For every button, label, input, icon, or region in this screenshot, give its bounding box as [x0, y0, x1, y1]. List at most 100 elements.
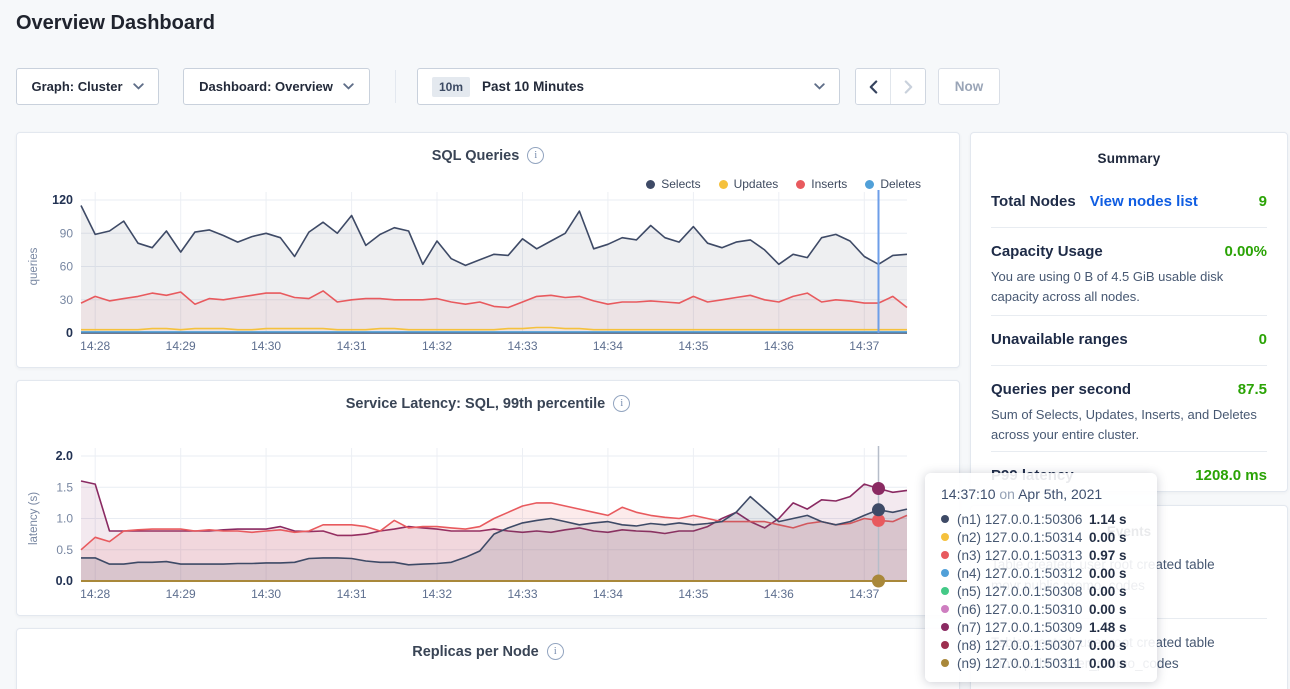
node-color-dot — [941, 587, 949, 595]
dashboard-dropdown-label: Dashboard: Overview — [199, 79, 333, 94]
tooltip-node-row: (n1) 127.0.0.1:503061.14 s — [941, 510, 1143, 528]
node-color-dot — [941, 569, 949, 577]
tooltip-node-row: (n2) 127.0.0.1:503140.00 s — [941, 528, 1143, 546]
summary-total-nodes: Total Nodes View nodes list 9 — [991, 193, 1267, 210]
svg-text:latency (s): latency (s) — [28, 492, 40, 545]
svg-text:14:34: 14:34 — [593, 587, 623, 601]
node-color-dot — [941, 659, 949, 667]
tooltip-node-row: (n6) 127.0.0.1:503100.00 s — [941, 600, 1143, 618]
service-latency-card: Service Latency: SQL, 99th percentile i … — [16, 380, 960, 616]
svg-text:14:28: 14:28 — [80, 587, 110, 601]
summary-capacity: Capacity Usage 0.00% — [991, 243, 1267, 260]
info-icon[interactable]: i — [547, 643, 564, 660]
sql-queries-chart[interactable]: 14:28 14:29 14:30 14:31 14:32 14:33 14:34 14:35… — [17, 133, 961, 369]
replicas-per-node-card: Replicas per Node i — [16, 628, 960, 689]
chevron-down-icon — [343, 83, 354, 90]
capacity-value: 0.00% — [1224, 243, 1267, 260]
svg-text:queries: queries — [28, 247, 40, 285]
p99-latency-value: 1208.0 ms — [1195, 467, 1267, 484]
chart-title: Replicas per Node — [412, 644, 539, 660]
svg-text:14:30: 14:30 — [251, 339, 281, 353]
controls-divider — [395, 70, 396, 103]
svg-text:1.0: 1.0 — [56, 512, 73, 526]
node-color-dot — [941, 641, 949, 649]
tooltip-timestamp: 14:37:10 on Apr 5th, 2021 — [941, 486, 1143, 502]
capacity-description: You are using 0 B of 4.5 GiB usable disk… — [991, 267, 1269, 307]
svg-text:14:34: 14:34 — [593, 339, 623, 353]
svg-text:120: 120 — [52, 193, 73, 207]
page-title: Overview Dashboard — [16, 12, 215, 35]
tooltip-node-row: (n8) 127.0.0.1:503070.00 s — [941, 636, 1143, 654]
node-color-dot — [941, 605, 949, 613]
tooltip-node-row: (n5) 127.0.0.1:503080.00 s — [941, 582, 1143, 600]
capacity-label: Capacity Usage — [991, 243, 1103, 260]
chevron-down-icon — [814, 83, 825, 90]
svg-text:14:36: 14:36 — [764, 587, 794, 601]
time-pager — [855, 68, 926, 105]
qps-value: 87.5 — [1238, 381, 1267, 398]
svg-text:14:36: 14:36 — [764, 339, 794, 353]
unavailable-ranges-value: 0 — [1259, 331, 1267, 348]
tooltip-node-row: (n9) 127.0.0.1:503110.00 s — [941, 654, 1143, 672]
svg-text:14:32: 14:32 — [422, 339, 452, 353]
svg-text:90: 90 — [60, 226, 74, 240]
svg-text:30: 30 — [60, 293, 74, 307]
total-nodes-value: 9 — [1259, 193, 1267, 210]
summary-panel: Summary Total Nodes View nodes list 9 Ca… — [970, 132, 1288, 492]
svg-text:14:33: 14:33 — [507, 339, 537, 353]
divider — [991, 227, 1267, 228]
divider — [991, 365, 1267, 366]
svg-text:14:29: 14:29 — [166, 587, 196, 601]
chart-tooltip: 14:37:10 on Apr 5th, 2021 (n1) 127.0.0.1… — [925, 473, 1157, 682]
svg-text:0.0: 0.0 — [56, 574, 73, 588]
unavailable-ranges-label: Unavailable ranges — [991, 331, 1128, 348]
summary-heading: Summary — [971, 151, 1287, 166]
time-next-button[interactable] — [891, 69, 925, 104]
svg-text:0.5: 0.5 — [56, 543, 73, 557]
time-range-dropdown[interactable]: 10m Past 10 Minutes — [417, 68, 840, 105]
overview-dashboard-page: Overview Dashboard Graph: Cluster Dashbo… — [0, 0, 1290, 689]
time-range-badge: 10m — [432, 77, 470, 97]
dashboard-dropdown[interactable]: Dashboard: Overview — [183, 68, 370, 105]
graph-dropdown[interactable]: Graph: Cluster — [16, 68, 159, 105]
tooltip-node-row: (n3) 127.0.0.1:503130.97 s — [941, 546, 1143, 564]
svg-text:14:37: 14:37 — [849, 587, 879, 601]
qps-label: Queries per second — [991, 381, 1131, 398]
divider — [991, 315, 1267, 316]
svg-text:14:33: 14:33 — [507, 587, 537, 601]
tooltip-node-row: (n4) 127.0.0.1:503120.00 s — [941, 564, 1143, 582]
node-color-dot — [941, 515, 949, 523]
svg-text:14:37: 14:37 — [849, 339, 879, 353]
summary-unavailable-ranges: Unavailable ranges 0 — [991, 331, 1267, 348]
svg-text:0: 0 — [66, 326, 73, 340]
summary-qps: Queries per second 87.5 — [991, 381, 1267, 398]
svg-text:2.0: 2.0 — [56, 449, 73, 463]
qps-description: Sum of Selects, Updates, Inserts, and De… — [991, 405, 1269, 445]
tooltip-node-row: (n7) 127.0.0.1:503091.48 s — [941, 618, 1143, 636]
svg-text:14:30: 14:30 — [251, 587, 281, 601]
time-prev-button[interactable] — [856, 69, 890, 104]
svg-text:14:28: 14:28 — [80, 339, 110, 353]
node-color-dot — [941, 533, 949, 541]
svg-text:14:32: 14:32 — [422, 587, 452, 601]
chevron-right-icon — [904, 80, 913, 94]
svg-text:60: 60 — [60, 260, 74, 274]
view-nodes-list-link[interactable]: View nodes list — [1090, 193, 1198, 210]
sql-queries-card: SQL Queries i Selects Updates Inserts De… — [16, 132, 960, 368]
service-latency-chart[interactable]: 14:28 14:29 14:30 14:31 14:32 14:33 14:34 14:35… — [17, 381, 961, 617]
time-range-label: Past 10 Minutes — [482, 79, 584, 94]
graph-dropdown-label: Graph: Cluster — [31, 79, 122, 94]
svg-text:14:35: 14:35 — [678, 587, 708, 601]
divider — [991, 451, 1267, 452]
svg-text:14:31: 14:31 — [337, 339, 367, 353]
svg-text:14:35: 14:35 — [678, 339, 708, 353]
node-color-dot — [941, 551, 949, 559]
svg-text:14:29: 14:29 — [166, 339, 196, 353]
svg-text:14:31: 14:31 — [337, 587, 367, 601]
now-button[interactable]: Now — [938, 68, 1000, 105]
chevron-left-icon — [869, 80, 878, 94]
total-nodes-label: Total Nodes — [991, 193, 1076, 210]
chevron-down-icon — [133, 83, 144, 90]
svg-text:1.5: 1.5 — [56, 480, 73, 494]
node-color-dot — [941, 623, 949, 631]
